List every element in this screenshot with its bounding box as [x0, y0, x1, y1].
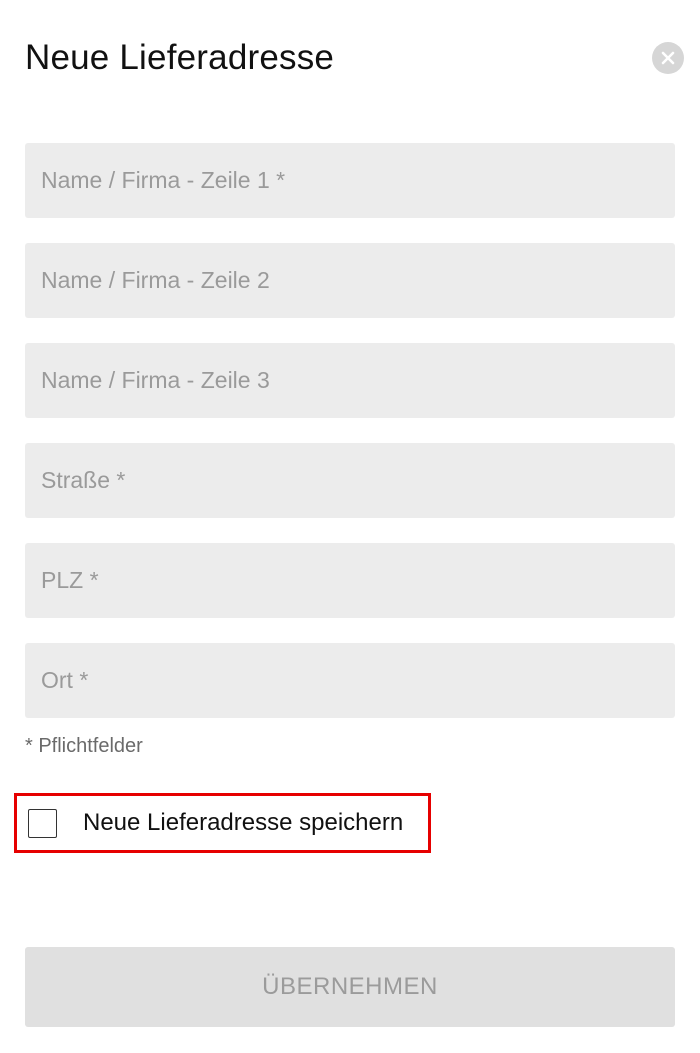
- close-icon: [661, 51, 675, 65]
- zip-field[interactable]: [25, 543, 675, 618]
- close-button[interactable]: [652, 42, 684, 74]
- name-line-3-field[interactable]: [25, 343, 675, 418]
- apply-button[interactable]: ÜBERNEHMEN: [25, 947, 675, 1027]
- dialog-title: Neue Lieferadresse: [25, 38, 335, 77]
- save-address-label[interactable]: Neue Lieferadresse speichern: [83, 809, 403, 837]
- name-line-2-field[interactable]: [25, 243, 675, 318]
- street-field[interactable]: [25, 443, 675, 518]
- required-fields-note: * Pflichtfelder: [25, 735, 143, 757]
- name-line-1-field[interactable]: [25, 143, 675, 218]
- save-address-option[interactable]: Neue Lieferadresse speichern: [14, 793, 431, 853]
- save-address-checkbox[interactable]: [28, 808, 57, 838]
- city-field[interactable]: [25, 643, 675, 718]
- new-delivery-address-dialog: Neue Lieferadresse * Pflichtfelder Neue …: [0, 0, 700, 1053]
